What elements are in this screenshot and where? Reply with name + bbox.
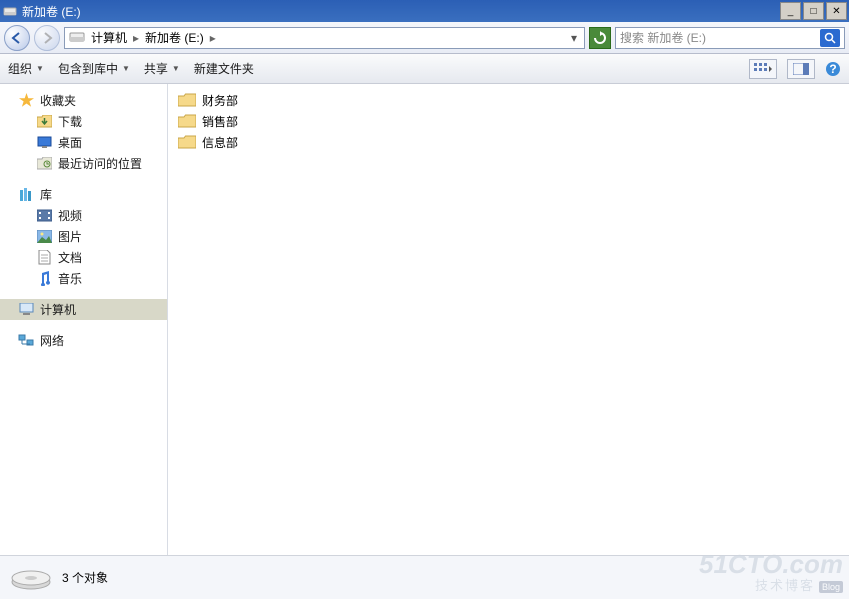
- preview-pane-button[interactable]: [787, 59, 815, 79]
- status-text: 3 个对象: [62, 569, 108, 586]
- close-button[interactable]: ✕: [826, 2, 847, 20]
- share-button[interactable]: 共享▼: [144, 60, 180, 77]
- list-item[interactable]: 销售部: [178, 111, 839, 132]
- breadcrumb-separator: ▸: [208, 31, 218, 45]
- music-icon: [36, 271, 52, 287]
- sidebar: 收藏夹 下载 桌面 最近访问的位置 库 视频: [0, 84, 168, 555]
- computer-icon: [18, 302, 34, 318]
- include-button[interactable]: 包含到库中▼: [58, 60, 130, 77]
- sidebar-item-computer[interactable]: 计算机: [0, 299, 167, 320]
- sidebar-item-downloads[interactable]: 下载: [0, 111, 167, 132]
- search-input[interactable]: 搜索 新加卷 (E:): [615, 27, 845, 49]
- organize-button[interactable]: 组织▼: [8, 60, 44, 77]
- search-icon[interactable]: [820, 29, 840, 47]
- sidebar-item-videos[interactable]: 视频: [0, 205, 167, 226]
- sidebar-favorites-header[interactable]: 收藏夹: [0, 90, 167, 111]
- folder-icon: [178, 114, 196, 130]
- breadcrumb-computer[interactable]: 计算机: [87, 28, 131, 48]
- breadcrumb-drive[interactable]: 新加卷 (E:): [141, 28, 208, 48]
- new-folder-button[interactable]: 新建文件夹: [194, 60, 254, 77]
- folder-icon: [178, 135, 196, 151]
- window-controls: _ □ ✕: [780, 2, 847, 20]
- star-icon: [18, 93, 34, 109]
- sidebar-item-music[interactable]: 音乐: [0, 268, 167, 289]
- back-button[interactable]: [4, 25, 30, 51]
- folder-name: 财务部: [202, 92, 238, 109]
- sidebar-item-documents[interactable]: 文档: [0, 247, 167, 268]
- sidebar-item-desktop[interactable]: 桌面: [0, 132, 167, 153]
- maximize-button[interactable]: □: [803, 2, 824, 20]
- recent-icon: [36, 156, 52, 172]
- sidebar-item-recent[interactable]: 最近访问的位置: [0, 153, 167, 174]
- folder-icon: [178, 93, 196, 109]
- drive-icon: [10, 562, 52, 594]
- video-icon: [36, 208, 52, 224]
- list-item[interactable]: 财务部: [178, 90, 839, 111]
- nav-bar: 计算机 ▸ 新加卷 (E:) ▸ ▾ 搜索 新加卷 (E:): [0, 22, 849, 54]
- window-title: 新加卷 (E:): [22, 3, 780, 20]
- picture-icon: [36, 229, 52, 245]
- breadcrumb-separator: ▸: [131, 31, 141, 45]
- document-icon: [36, 250, 52, 266]
- sidebar-libraries-header[interactable]: 库: [0, 184, 167, 205]
- folder-name: 信息部: [202, 134, 238, 151]
- sidebar-item-pictures[interactable]: 图片: [0, 226, 167, 247]
- folder-name: 销售部: [202, 113, 238, 130]
- refresh-button[interactable]: [589, 27, 611, 49]
- sidebar-item-network[interactable]: 网络: [0, 330, 167, 351]
- folder-download-icon: [36, 114, 52, 130]
- search-placeholder: 搜索 新加卷 (E:): [620, 29, 706, 46]
- toolbar: 组织▼ 包含到库中▼ 共享▼ 新建文件夹 ?: [0, 54, 849, 84]
- content-pane[interactable]: 财务部 销售部 信息部: [168, 84, 849, 555]
- address-bar[interactable]: 计算机 ▸ 新加卷 (E:) ▸ ▾: [64, 27, 585, 49]
- help-icon[interactable]: ?: [825, 61, 841, 77]
- drive-icon: [69, 31, 85, 45]
- address-dropdown[interactable]: ▾: [566, 31, 582, 45]
- forward-button[interactable]: [34, 25, 60, 51]
- titlebar: 新加卷 (E:) _ □ ✕: [0, 0, 849, 22]
- svg-text:?: ?: [829, 62, 836, 76]
- library-icon: [18, 187, 34, 203]
- drive-icon: [2, 4, 18, 18]
- list-item[interactable]: 信息部: [178, 132, 839, 153]
- view-options-button[interactable]: [749, 59, 777, 79]
- minimize-button[interactable]: _: [780, 2, 801, 20]
- desktop-icon: [36, 135, 52, 151]
- status-bar: 3 个对象: [0, 555, 849, 599]
- network-icon: [18, 333, 34, 349]
